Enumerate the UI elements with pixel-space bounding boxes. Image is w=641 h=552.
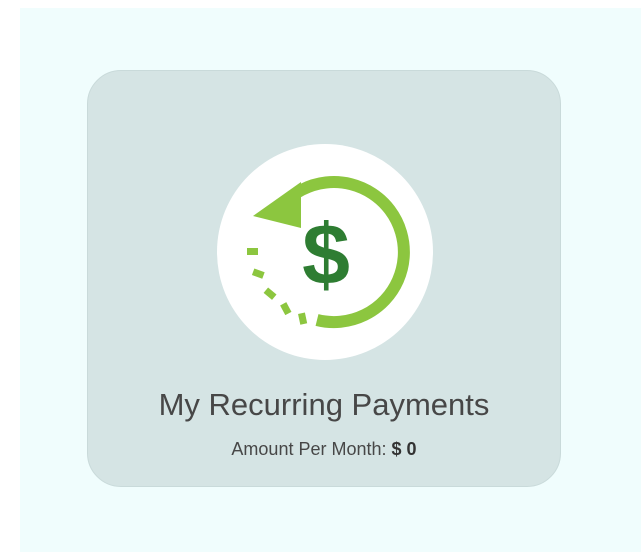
recurring-payments-card[interactable]: $ My Recurring Payments Amount Per Month…	[87, 70, 561, 487]
recurring-payment-icon-circle: $	[217, 144, 433, 360]
currency-symbol: $	[391, 439, 402, 459]
amount-number: 0	[406, 439, 417, 459]
amount-per-month: Amount Per Month: $ 0	[88, 437, 560, 461]
svg-text:$: $	[302, 207, 350, 303]
amount-label: Amount Per Month:	[231, 439, 387, 459]
card-title: My Recurring Payments	[158, 387, 490, 422]
recurring-dollar-icon: $	[247, 176, 410, 328]
amount-value: $ 0	[392, 439, 417, 459]
